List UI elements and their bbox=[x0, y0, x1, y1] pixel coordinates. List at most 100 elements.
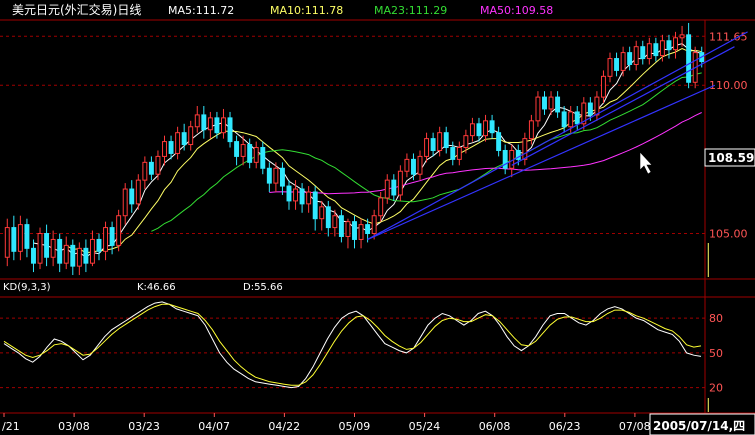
candle-body bbox=[31, 247, 36, 264]
candle-body bbox=[620, 52, 626, 71]
candle-body bbox=[129, 188, 135, 205]
current-price-value: 108.59 bbox=[708, 151, 754, 165]
candle-body bbox=[194, 114, 200, 128]
candle-body bbox=[587, 102, 593, 116]
candle-body bbox=[76, 247, 82, 267]
candle bbox=[162, 135, 167, 166]
candle bbox=[103, 221, 109, 261]
candle bbox=[129, 180, 135, 213]
candle-body bbox=[234, 141, 240, 157]
candle bbox=[686, 22, 692, 89]
candle-body bbox=[627, 52, 633, 65]
candle bbox=[430, 132, 436, 157]
candle-body bbox=[227, 117, 233, 143]
candle bbox=[319, 200, 325, 231]
candle bbox=[260, 141, 266, 175]
candle bbox=[50, 230, 56, 267]
candle-body bbox=[450, 147, 456, 160]
candle bbox=[594, 91, 600, 121]
kd-line-k bbox=[3, 301, 702, 389]
candle-body bbox=[443, 132, 449, 149]
candle-body bbox=[391, 179, 397, 196]
candle-body bbox=[430, 138, 436, 151]
candle-body bbox=[214, 117, 220, 134]
date-tick-label: 05/09 bbox=[339, 420, 371, 433]
candle-body bbox=[555, 96, 561, 113]
candle-body bbox=[70, 244, 76, 267]
trendline bbox=[367, 31, 748, 240]
candle-body bbox=[142, 161, 148, 181]
candle-body bbox=[673, 37, 678, 51]
mouse-cursor-icon bbox=[639, 151, 653, 175]
candle-body bbox=[496, 132, 502, 151]
kd-tick-label: 50 bbox=[709, 347, 723, 360]
candle-body bbox=[456, 147, 462, 160]
candle bbox=[646, 37, 652, 65]
candle-body bbox=[358, 224, 364, 240]
candle bbox=[11, 215, 17, 261]
candle-body bbox=[522, 138, 528, 160]
candle-body bbox=[568, 111, 574, 128]
candle-body bbox=[221, 117, 226, 134]
candle bbox=[4, 218, 10, 267]
candle bbox=[155, 150, 161, 181]
candle bbox=[443, 126, 449, 154]
candle bbox=[89, 230, 95, 267]
date-tick-label: 07/08 bbox=[619, 420, 651, 433]
candle-body bbox=[247, 144, 253, 163]
candle-body bbox=[312, 191, 318, 220]
date-tick-label: 06/08 bbox=[479, 420, 511, 433]
candle bbox=[338, 209, 344, 243]
grid-lines bbox=[0, 19, 755, 414]
candle-body bbox=[607, 58, 613, 77]
candle bbox=[607, 52, 613, 83]
candle-body bbox=[594, 96, 600, 116]
forex-chart-window: 美元日元(外汇交易)日线 MA5:111.72 MA10:111.78 MA23… bbox=[0, 0, 755, 435]
candle bbox=[653, 37, 659, 62]
candle bbox=[352, 215, 357, 249]
candle bbox=[410, 153, 416, 181]
candle-body bbox=[266, 167, 272, 184]
candle-body bbox=[653, 43, 659, 57]
candle-body bbox=[96, 238, 102, 252]
candle bbox=[417, 150, 423, 181]
candle-body bbox=[384, 179, 390, 199]
candle bbox=[142, 156, 148, 190]
candle-body bbox=[404, 158, 410, 172]
price-chart-canvas[interactable]: 美元日元(外汇交易)日线 MA5:111.72 MA10:111.78 MA23… bbox=[0, 0, 755, 435]
cursor-date-value: 2005/07/14,四 bbox=[653, 419, 745, 433]
candle bbox=[581, 97, 587, 130]
candle-body bbox=[345, 221, 351, 237]
candle bbox=[234, 135, 240, 166]
candle-body bbox=[417, 155, 423, 175]
candlesticks bbox=[4, 22, 705, 276]
candle-body bbox=[614, 58, 620, 71]
candle-body bbox=[279, 167, 285, 187]
candle-body bbox=[109, 227, 115, 246]
candle bbox=[175, 126, 181, 160]
date-tick-label: 06/23 bbox=[549, 420, 581, 433]
candle-body bbox=[600, 75, 606, 98]
ma5-label: MA5:111.72 bbox=[168, 4, 234, 17]
candle-body bbox=[679, 34, 685, 39]
candle-body bbox=[574, 111, 580, 125]
candle bbox=[483, 114, 488, 142]
candle-body bbox=[469, 123, 475, 137]
candle-body bbox=[397, 170, 403, 196]
candle bbox=[286, 180, 292, 210]
candle-body bbox=[352, 221, 357, 240]
candle bbox=[227, 111, 233, 148]
candle-body bbox=[260, 147, 266, 169]
candle-body bbox=[686, 34, 692, 83]
candle bbox=[404, 153, 410, 178]
candle bbox=[24, 218, 30, 258]
candle bbox=[522, 132, 528, 166]
candle bbox=[424, 132, 430, 163]
candle-body bbox=[168, 141, 174, 154]
candle-body bbox=[273, 167, 279, 184]
candle bbox=[76, 242, 82, 276]
candle-body bbox=[135, 179, 141, 205]
chart-title: 美元日元(外汇交易)日线 bbox=[12, 2, 141, 17]
candle-body bbox=[476, 123, 482, 137]
kd-k-value: K:46.66 bbox=[137, 282, 176, 293]
